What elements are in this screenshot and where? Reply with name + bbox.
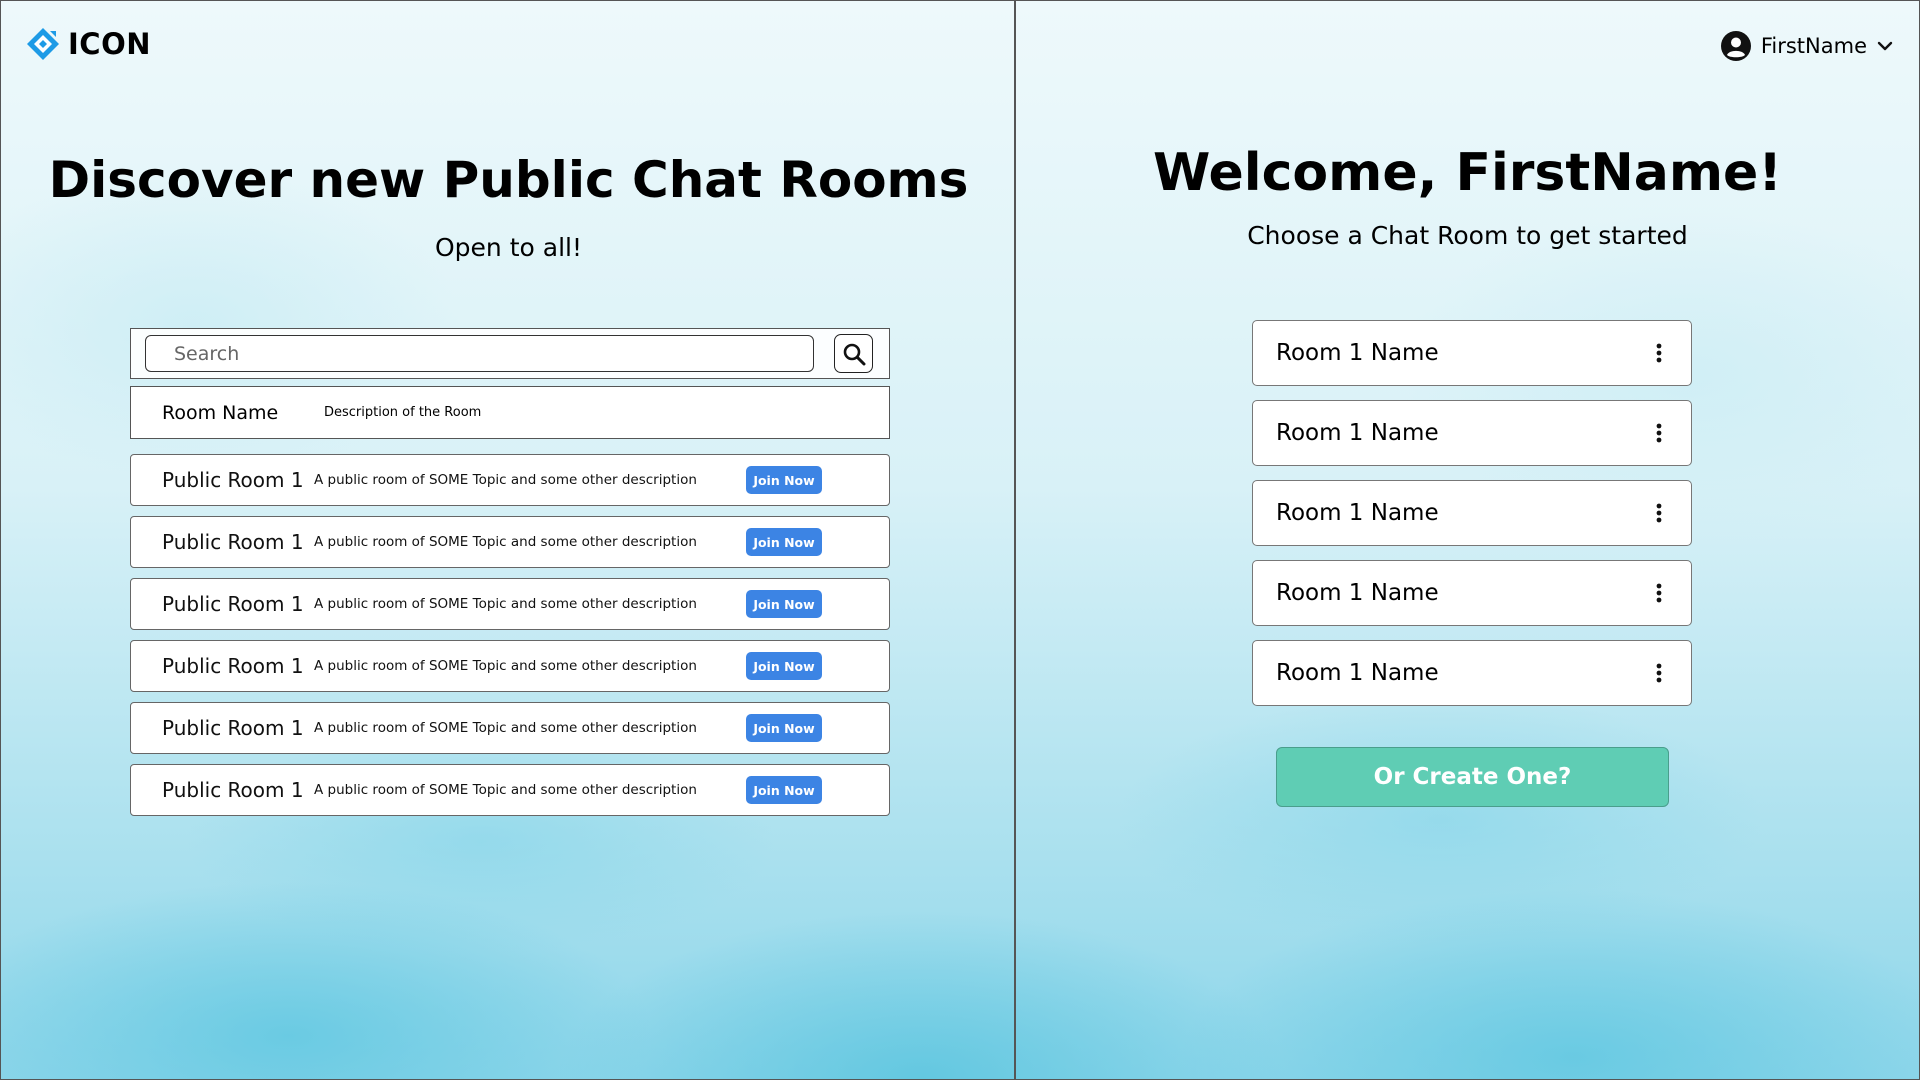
user-circle-icon (1720, 31, 1751, 61)
my-rooms-panel: FirstName Welcome, FirstName! Choose a C… (1016, 1, 1919, 1079)
join-now-button[interactable]: Join Now (746, 466, 822, 494)
public-rooms-panel: ICON Discover new Public Chat Rooms Open… (1, 1, 1016, 1079)
logo[interactable]: ICON (26, 27, 151, 61)
search-input[interactable] (145, 335, 814, 372)
kebab-menu-icon[interactable] (1649, 500, 1669, 526)
my-room-list: Room 1 Name Room 1 Name Room 1 Name Room… (1252, 320, 1692, 720)
search-bar (130, 328, 890, 379)
discover-title: Discover new Public Chat Rooms (48, 151, 969, 209)
kebab-menu-icon[interactable] (1649, 660, 1669, 686)
logo-diamond-icon (27, 28, 59, 60)
kebab-menu-icon[interactable] (1649, 420, 1669, 446)
public-room-name: Public Room 1 (162, 654, 304, 678)
my-room-name: Room 1 Name (1276, 340, 1439, 366)
public-room-name: Public Room 1 (162, 778, 304, 802)
public-room-row: Public Room 1 A public room of SOME Topi… (130, 578, 890, 630)
logo-text: ICON (68, 27, 151, 61)
join-now-button[interactable]: Join Now (746, 528, 822, 556)
public-room-description: A public room of SOME Topic and some oth… (314, 534, 697, 550)
public-room-row: Public Room 1 A public room of SOME Topi… (130, 702, 890, 754)
search-button[interactable] (834, 334, 873, 373)
public-room-row: Public Room 1 A public room of SOME Topi… (130, 454, 890, 506)
public-room-name: Public Room 1 (162, 592, 304, 616)
app-screen: ICON Discover new Public Chat Rooms Open… (0, 0, 1920, 1080)
search-icon (843, 343, 865, 365)
my-room-item[interactable]: Room 1 Name (1252, 320, 1692, 386)
chevron-down-icon (1877, 41, 1893, 51)
my-room-name: Room 1 Name (1276, 660, 1439, 686)
public-room-list: Public Room 1 A public room of SOME Topi… (130, 454, 890, 826)
room-table-header: Room Name Description of the Room (130, 386, 890, 439)
join-now-button[interactable]: Join Now (746, 714, 822, 742)
public-room-description: A public room of SOME Topic and some oth… (314, 782, 697, 798)
my-room-item[interactable]: Room 1 Name (1252, 560, 1692, 626)
join-now-button[interactable]: Join Now (746, 776, 822, 804)
public-room-row: Public Room 1 A public room of SOME Topi… (130, 640, 890, 692)
kebab-menu-icon[interactable] (1649, 340, 1669, 366)
public-room-row: Public Room 1 A public room of SOME Topi… (130, 764, 890, 816)
public-room-description: A public room of SOME Topic and some oth… (314, 720, 697, 736)
public-room-name: Public Room 1 (162, 530, 304, 554)
column-header-room-name: Room Name (162, 401, 279, 424)
public-room-name: Public Room 1 (162, 716, 304, 740)
public-room-description: A public room of SOME Topic and some oth… (314, 472, 697, 488)
public-room-description: A public room of SOME Topic and some oth… (314, 658, 697, 674)
discover-subtitle: Open to all! (435, 233, 582, 262)
public-room-name: Public Room 1 (162, 468, 304, 492)
column-header-description: Description of the Room (324, 405, 482, 420)
join-now-button[interactable]: Join Now (746, 652, 822, 680)
join-now-button[interactable]: Join Now (746, 590, 822, 618)
my-room-name: Room 1 Name (1276, 420, 1439, 446)
my-room-item[interactable]: Room 1 Name (1252, 640, 1692, 706)
my-room-item[interactable]: Room 1 Name (1252, 480, 1692, 546)
my-room-item[interactable]: Room 1 Name (1252, 400, 1692, 466)
welcome-subtitle: Choose a Chat Room to get started (1247, 221, 1688, 250)
user-menu[interactable]: FirstName (1720, 31, 1893, 61)
my-room-name: Room 1 Name (1276, 500, 1439, 526)
welcome-title: Welcome, FirstName! (1152, 143, 1783, 203)
public-room-description: A public room of SOME Topic and some oth… (314, 596, 697, 612)
create-room-button[interactable]: Or Create One? (1276, 747, 1669, 807)
my-room-name: Room 1 Name (1276, 580, 1439, 606)
public-room-row: Public Room 1 A public room of SOME Topi… (130, 516, 890, 568)
kebab-menu-icon[interactable] (1649, 580, 1669, 606)
user-name: FirstName (1760, 34, 1867, 58)
